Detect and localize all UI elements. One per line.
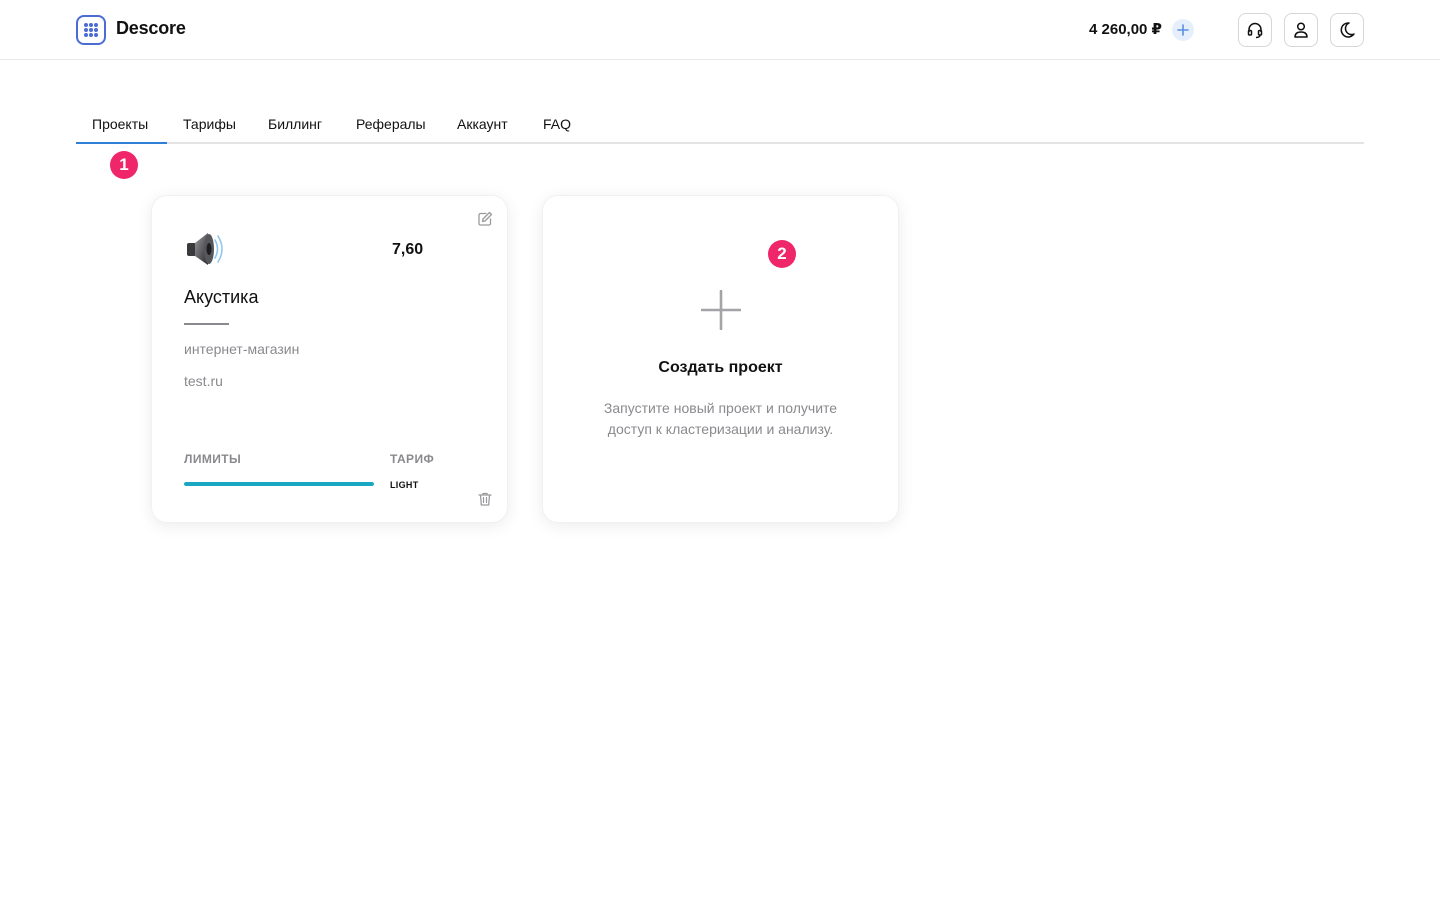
plus-icon bbox=[1177, 24, 1189, 36]
tab-referrals[interactable]: Рефералы bbox=[356, 116, 426, 132]
top-bar: Descore 4 260,00 ₽ bbox=[0, 0, 1440, 60]
trash-icon[interactable] bbox=[477, 491, 493, 507]
tariff-label: ТАРИФ bbox=[390, 452, 435, 466]
support-button[interactable] bbox=[1238, 13, 1272, 47]
project-score: 7,60 bbox=[392, 241, 424, 258]
project-domain: test.ru bbox=[184, 373, 223, 389]
moon-icon bbox=[1340, 22, 1355, 38]
limits-label: ЛИМИТЫ bbox=[184, 452, 242, 466]
step-badge-2: 2 bbox=[768, 240, 796, 268]
tariff-value: LIGHT bbox=[390, 480, 419, 490]
plus-icon bbox=[701, 290, 741, 330]
create-project-card[interactable]: Создать проект Запустите новый проект и … bbox=[542, 195, 899, 523]
app-logo-icon[interactable] bbox=[76, 15, 106, 45]
main-tabs: Проекты Тарифы Биллинг Рефералы Аккаунт … bbox=[76, 106, 1364, 144]
tab-billing[interactable]: Биллинг bbox=[268, 116, 322, 132]
tab-tariffs[interactable]: Тарифы bbox=[183, 116, 236, 132]
speaker-icon bbox=[187, 233, 223, 265]
tab-faq[interactable]: FAQ bbox=[543, 116, 571, 132]
tab-projects[interactable]: Проекты bbox=[92, 116, 148, 132]
user-icon bbox=[1294, 22, 1308, 38]
brand-name[interactable]: Descore bbox=[116, 18, 186, 39]
theme-toggle-button[interactable] bbox=[1330, 13, 1364, 47]
tab-account[interactable]: Аккаунт bbox=[457, 116, 508, 132]
edit-icon[interactable] bbox=[477, 211, 493, 227]
project-card[interactable]: 7,60 Акустика интернет-магазин test.ru Л… bbox=[151, 195, 508, 523]
project-type: интернет-магазин bbox=[184, 341, 300, 357]
profile-button[interactable] bbox=[1284, 13, 1318, 47]
project-name[interactable]: Акустика bbox=[184, 287, 258, 308]
limits-progress-fill bbox=[184, 482, 374, 486]
create-project-title: Создать проект bbox=[658, 359, 783, 376]
active-tab-indicator bbox=[76, 142, 167, 144]
top-up-balance-button[interactable] bbox=[1172, 19, 1194, 41]
limits-progress-bar bbox=[184, 482, 374, 486]
create-project-description: Запустите новый проект и получите доступ… bbox=[603, 400, 838, 437]
step-badge-1: 1 bbox=[110, 151, 138, 179]
divider bbox=[184, 323, 229, 325]
headset-icon bbox=[1247, 22, 1263, 39]
account-balance: 4 260,00 ₽ bbox=[1089, 21, 1162, 38]
